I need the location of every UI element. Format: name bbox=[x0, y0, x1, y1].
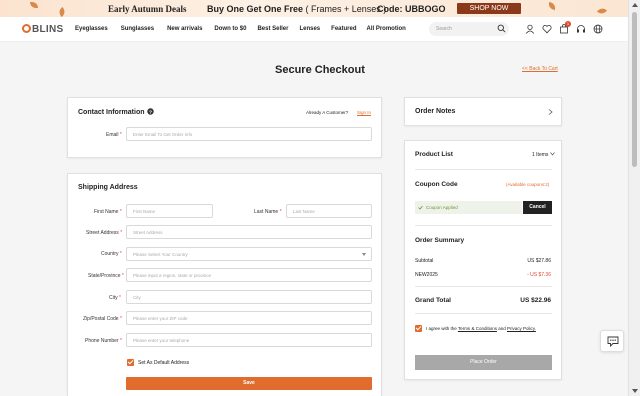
zip-postal-code-label: Zip/Postal Code * bbox=[83, 316, 122, 322]
terms-conditions-link[interactable]: Terms & Conditions bbox=[458, 326, 497, 331]
email-field[interactable]: Enter Email To Get Order Info bbox=[126, 127, 372, 141]
shipping-address-title: Shipping Address bbox=[78, 184, 138, 191]
subtotal-label: Subtotal bbox=[415, 258, 434, 264]
discount-value: - US $7.36 bbox=[527, 272, 551, 278]
available-coupons-link[interactable]: (Available coupons:2) bbox=[506, 182, 549, 187]
heart-icon[interactable] bbox=[542, 24, 552, 34]
city-field[interactable]: City bbox=[126, 290, 372, 304]
search-box[interactable]: Search bbox=[429, 22, 509, 36]
cancel-coupon-button[interactable]: Cancel bbox=[523, 201, 552, 214]
promo-code-text: Code: UBBOGO bbox=[377, 4, 446, 14]
product-list-toggle[interactable]: 1 Items bbox=[532, 152, 555, 158]
order-notes-title: Order Notes bbox=[415, 108, 456, 115]
menu-item-down-to-0[interactable]: Down to $0 bbox=[214, 26, 246, 32]
svg-text:?: ? bbox=[149, 109, 152, 115]
menu-item-featured[interactable]: Featured bbox=[331, 26, 356, 32]
divider bbox=[415, 286, 552, 287]
contact-information-title: Contact Information ? bbox=[78, 108, 155, 116]
divider bbox=[415, 313, 552, 314]
first-name-label: First Name * bbox=[94, 209, 122, 215]
agree-terms-text: I agree with the Terms & Conditions and … bbox=[426, 326, 536, 331]
last-name-label: Last Name * bbox=[254, 209, 282, 215]
coupon-code-title: Coupon Code bbox=[415, 181, 458, 188]
city-label: City * bbox=[109, 295, 121, 301]
promo-banner[interactable]: Early Autumn Deals Buy One Get One Free … bbox=[0, 0, 628, 17]
divider bbox=[415, 225, 552, 226]
leaf-decoration bbox=[30, 2, 38, 8]
order-notes-card[interactable]: Order Notes bbox=[404, 97, 562, 126]
first-name-field[interactable]: First Name bbox=[126, 204, 213, 218]
agree-terms-checkbox[interactable] bbox=[415, 325, 422, 332]
street-address-label: Street Address * bbox=[86, 230, 123, 236]
already-customer-text: Already A Customer? bbox=[306, 110, 349, 115]
order-summary-card: Product List 1 Items Coupon Code (Availa… bbox=[404, 140, 562, 380]
email-label: Email * bbox=[106, 132, 122, 138]
globe-icon[interactable] bbox=[593, 24, 603, 34]
grand-total-label: Grand Total bbox=[415, 297, 451, 304]
zip-postal-code-field[interactable]: Please enter your ZIP code bbox=[126, 311, 372, 325]
phone-number-field[interactable]: Please enter your telephone bbox=[126, 333, 372, 347]
divider bbox=[415, 169, 552, 170]
state-province-label: State/Province * bbox=[88, 273, 124, 279]
country-select[interactable]: Please Select Your Country bbox=[126, 247, 372, 261]
back-to-cart-link[interactable]: << Back To Cart bbox=[522, 66, 558, 72]
top-navigation: BLINS Eyeglasses Sunglasses New arrivals… bbox=[0, 17, 628, 42]
check-icon bbox=[418, 205, 423, 210]
main-menu: Eyeglasses Sunglasses New arrivals Down … bbox=[75, 26, 406, 32]
sign-in-link[interactable]: Sign In bbox=[357, 110, 371, 115]
chevron-down-icon bbox=[362, 253, 366, 256]
chevron-down-icon bbox=[550, 152, 555, 156]
save-button[interactable]: Save bbox=[126, 377, 372, 390]
menu-item-sunglasses[interactable]: Sunglasses bbox=[121, 26, 154, 32]
default-address-checkbox[interactable] bbox=[127, 359, 134, 366]
menu-item-best-seller[interactable]: Best Seller bbox=[257, 26, 288, 32]
country-label: Country * bbox=[101, 251, 122, 257]
page-scrollbar[interactable] bbox=[628, 0, 640, 396]
headset-icon[interactable] bbox=[576, 24, 586, 34]
state-province-field[interactable]: Please input a region, state or province bbox=[126, 268, 372, 282]
chevron-right-icon[interactable] bbox=[548, 109, 553, 115]
page-title: Secure Checkout bbox=[275, 64, 365, 76]
product-list-title: Product List bbox=[415, 151, 453, 158]
subtotal-value: US $27.86 bbox=[527, 258, 551, 264]
leaf-decoration bbox=[547, 1, 557, 11]
logo[interactable]: BLINS bbox=[22, 24, 64, 35]
search-input[interactable]: Search bbox=[436, 26, 452, 32]
help-icon[interactable]: ? bbox=[147, 108, 155, 115]
chat-button[interactable] bbox=[600, 330, 624, 352]
scrollbar-thumb[interactable] bbox=[632, 12, 637, 167]
coupon-applied-box: Coupon Applied bbox=[415, 201, 522, 214]
leaf-decoration bbox=[597, 6, 607, 16]
promo-offer-text: Buy One Get One Free ( Frames + Lenses ) bbox=[207, 4, 387, 14]
cart-count-badge: 1 bbox=[565, 21, 571, 27]
shipping-address-card: Shipping Address First Name * First Name… bbox=[67, 173, 382, 396]
discount-label: NEW2025 bbox=[415, 272, 438, 278]
shop-now-button[interactable]: SHOP NOW bbox=[457, 3, 521, 14]
place-order-button[interactable]: Place Order bbox=[415, 355, 552, 370]
menu-item-lenses[interactable]: Lenses bbox=[299, 26, 320, 32]
chat-icon bbox=[607, 336, 619, 347]
user-icon[interactable] bbox=[525, 24, 535, 34]
menu-item-eyeglasses[interactable]: Eyeglasses bbox=[75, 26, 108, 32]
grand-total-value: US $22.96 bbox=[520, 297, 551, 304]
contact-information-card: Contact Information ? Already A Customer… bbox=[67, 97, 382, 158]
scroll-down-arrow-icon[interactable] bbox=[632, 389, 638, 393]
default-address-label: Set As Default Address bbox=[138, 360, 190, 366]
search-icon[interactable] bbox=[497, 24, 506, 33]
promo-deals-text: Early Autumn Deals bbox=[108, 4, 187, 14]
last-name-field[interactable]: Last Name bbox=[286, 204, 372, 218]
phone-number-label: Phone Number * bbox=[85, 338, 122, 344]
menu-item-all-promotion[interactable]: All Promotion bbox=[367, 26, 406, 32]
leaf-decoration bbox=[57, 7, 67, 17]
street-address-field[interactable]: Street Address bbox=[126, 225, 372, 239]
order-summary-title: Order Summary bbox=[415, 237, 465, 244]
scroll-up-arrow-icon[interactable] bbox=[632, 3, 638, 7]
privacy-policy-link[interactable]: Privacy Policy. bbox=[507, 326, 536, 331]
menu-item-new-arrivals[interactable]: New arrivals bbox=[167, 26, 202, 32]
logo-mark-icon bbox=[22, 24, 31, 33]
